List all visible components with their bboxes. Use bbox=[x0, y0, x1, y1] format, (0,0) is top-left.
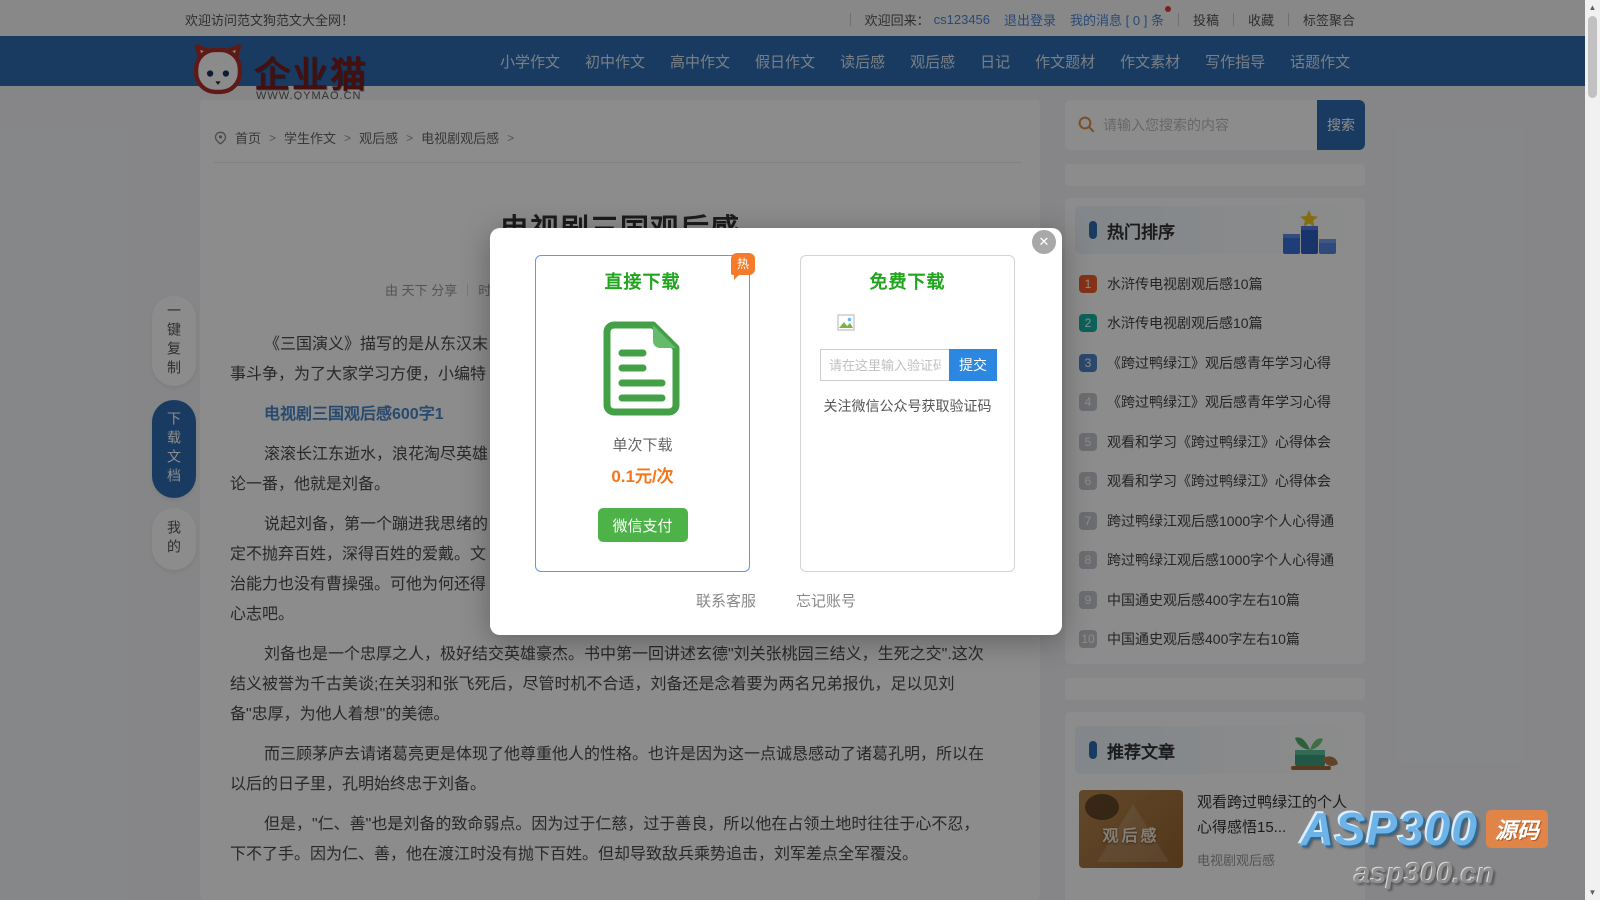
captcha-tip: 关注微信公众号获取验证码 bbox=[801, 396, 1014, 416]
document-icon bbox=[600, 320, 686, 416]
scrollbar-thumb[interactable] bbox=[1588, 16, 1597, 98]
captcha-input[interactable] bbox=[820, 349, 949, 381]
page: 欢迎访问范文狗范文大全网！ 欢迎回来： cs123456 退出登录 我的消息 [… bbox=[0, 0, 1600, 900]
download-modal: ✕ 热 直接下载 单次下载 0.1元/次 微信支付 免费下载 bbox=[490, 228, 1062, 635]
watermark-tag: 源码 bbox=[1486, 810, 1548, 848]
watermark-name: ASP300 bbox=[1301, 802, 1478, 856]
forgot-account-link[interactable]: 忘记账号 bbox=[796, 590, 856, 611]
broken-image-icon bbox=[837, 314, 855, 331]
per-download-label: 单次下载 bbox=[536, 434, 749, 455]
watermark: ASP300 源码 asp300.cn bbox=[1301, 802, 1548, 891]
modal-footer-links: 联系客服 忘记账号 bbox=[490, 590, 1062, 611]
scroll-down-icon[interactable]: ▼ bbox=[1585, 885, 1600, 900]
direct-download-title: 直接下载 bbox=[536, 268, 749, 294]
close-icon[interactable]: ✕ bbox=[1032, 230, 1056, 254]
free-download-card: 免费下载 提交 关注微信公众号获取验证码 bbox=[800, 255, 1015, 572]
wechat-pay-button[interactable]: 微信支付 bbox=[598, 508, 688, 542]
scrollbar[interactable]: ▲ ▼ bbox=[1585, 0, 1600, 900]
contact-service-link[interactable]: 联系客服 bbox=[696, 590, 756, 611]
free-download-title: 免费下载 bbox=[801, 268, 1014, 294]
price-label: 0.1元/次 bbox=[536, 462, 749, 487]
captcha-row: 提交 bbox=[820, 349, 997, 381]
direct-download-card[interactable]: 热 直接下载 单次下载 0.1元/次 微信支付 bbox=[535, 255, 750, 572]
captcha-submit-button[interactable]: 提交 bbox=[949, 349, 997, 381]
scroll-up-icon[interactable]: ▲ bbox=[1585, 0, 1600, 15]
watermark-domain: asp300.cn bbox=[1301, 858, 1548, 891]
